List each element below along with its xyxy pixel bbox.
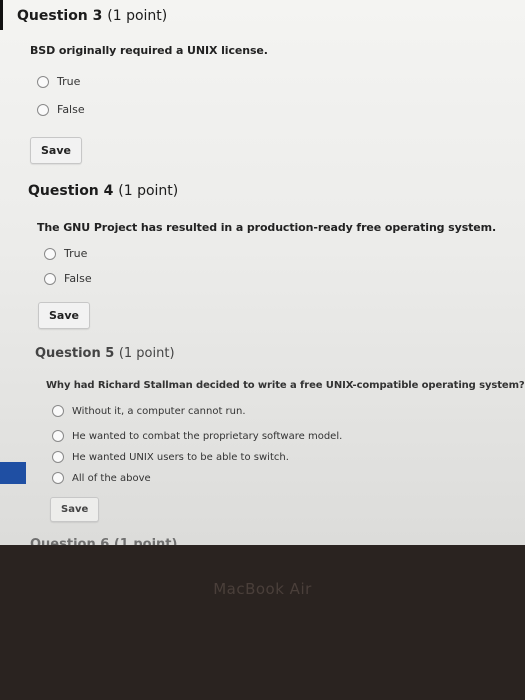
option-label: Without it, a computer cannot run.	[72, 405, 246, 417]
question-3: Question 3 (1 point)	[17, 8, 167, 24]
radio-button[interactable]	[52, 430, 64, 442]
device-brand-label: MacBook Air	[213, 580, 312, 598]
question-5-option-2[interactable]: He wanted to combat the proprietary soft…	[52, 430, 342, 442]
question-3-option-true[interactable]: True	[37, 75, 80, 88]
side-tab[interactable]	[0, 462, 26, 484]
radio-button[interactable]	[44, 272, 56, 285]
radio-button[interactable]	[44, 247, 56, 260]
question-3-points: (1 point)	[107, 8, 168, 24]
question-4-option-true[interactable]: True	[44, 247, 87, 260]
question-3-title: Question 3 (1 point)	[17, 8, 167, 24]
question-4-text: The GNU Project has resulted in a produc…	[37, 221, 497, 234]
option-label: True	[57, 75, 81, 88]
option-label: False	[64, 272, 92, 285]
question-5-option-1[interactable]: Without it, a computer cannot run.	[52, 405, 246, 417]
radio-button[interactable]	[52, 405, 64, 417]
question-4: Question 4 (1 point)	[28, 183, 178, 199]
left-border	[0, 0, 3, 30]
question-5-option-4[interactable]: All of the above	[52, 472, 151, 484]
quiz-page: Question 3 (1 point) BSD originally requ…	[0, 0, 525, 545]
option-label: False	[57, 103, 85, 116]
radio-button[interactable]	[52, 472, 64, 484]
question-4-points: (1 point)	[118, 183, 179, 199]
option-label: He wanted to combat the proprietary soft…	[72, 430, 343, 442]
radio-button[interactable]	[37, 75, 49, 88]
question-6-title: Question 6 (1 point)	[30, 537, 178, 545]
radio-button[interactable]	[52, 451, 64, 463]
option-label: All of the above	[72, 472, 151, 484]
question-4-option-false[interactable]: False	[44, 272, 92, 285]
question-4-title: Question 4 (1 point)	[28, 183, 178, 199]
option-label: He wanted UNIX users to be able to switc…	[72, 451, 289, 463]
question-5-save-button[interactable]: Save	[50, 497, 100, 522]
question-5-text: Why had Richard Stallman decided to writ…	[46, 380, 525, 391]
question-5-option-3[interactable]: He wanted UNIX users to be able to switc…	[52, 451, 289, 463]
option-label: True	[64, 247, 88, 260]
question-4-number: Question 4	[28, 183, 114, 199]
question-5-number: Question 5	[35, 346, 115, 361]
question-5-title: Question 5 (1 point)	[35, 346, 175, 361]
question-3-option-false[interactable]: False	[37, 103, 85, 116]
radio-button[interactable]	[37, 103, 49, 116]
question-3-text: BSD originally required a UNIX license.	[30, 44, 268, 57]
question-3-number: Question 3	[17, 8, 103, 24]
question-5: Question 5 (1 point)	[35, 346, 175, 361]
question-4-save-button[interactable]: Save	[38, 302, 90, 329]
question-5-points: (1 point)	[118, 346, 175, 361]
question-3-save-button[interactable]: Save	[30, 137, 82, 164]
